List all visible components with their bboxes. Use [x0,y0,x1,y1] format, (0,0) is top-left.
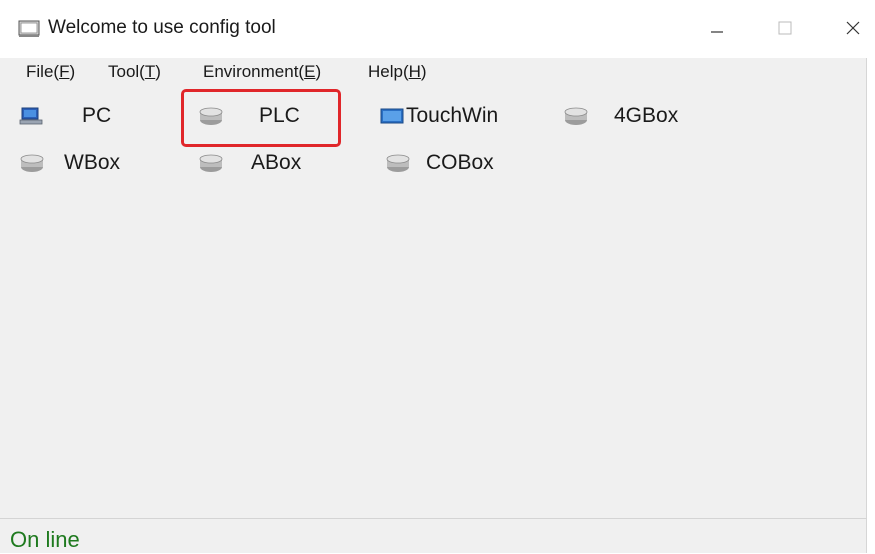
abox-icon [199,154,223,172]
app-icon [18,20,40,37]
menu-tool[interactable]: Tool(T) [108,62,161,82]
device-touchwin[interactable]: TouchWin [380,99,498,133]
device-label: 4GBox [614,104,679,127]
device-label: ABox [251,151,302,174]
device-label: PC [82,104,112,127]
status-bar: On line [0,518,867,554]
touchwin-icon [380,108,404,124]
menu-help[interactable]: Help(H) [368,62,427,82]
minimize-button[interactable] [697,8,737,48]
wbox-icon [20,154,44,172]
device-label: TouchWin [406,104,499,127]
maximize-button[interactable] [765,8,805,48]
cobox-icon [386,154,410,172]
device-pc[interactable]: PC [18,99,111,133]
device-wbox[interactable]: WBox [18,146,120,180]
device-label: WBox [64,151,121,174]
close-icon [846,21,860,35]
4gbox-icon [564,107,588,125]
close-button[interactable] [833,8,873,48]
title-bar: Welcome to use config tool [0,0,867,58]
menu-bar: File(F) Tool(T) Environment(E) Help(H) [0,58,867,90]
menu-environment[interactable]: Environment(E) [203,62,321,82]
device-abox[interactable]: ABox [197,146,301,180]
config-tool-window: Welcome to use config tool File(F) Tool(… [0,0,867,553]
device-4gbox[interactable]: 4GBox [562,99,678,133]
menu-file[interactable]: File(F) [26,62,75,82]
plc-highlight-box [181,89,341,147]
status-text: On line [10,527,80,552]
device-cobox[interactable]: COBox [384,146,494,180]
window-title: Welcome to use config tool [48,17,276,38]
pc-icon [19,107,43,125]
maximize-icon [778,21,792,35]
device-label: COBox [426,151,494,174]
minimize-icon [711,31,723,33]
